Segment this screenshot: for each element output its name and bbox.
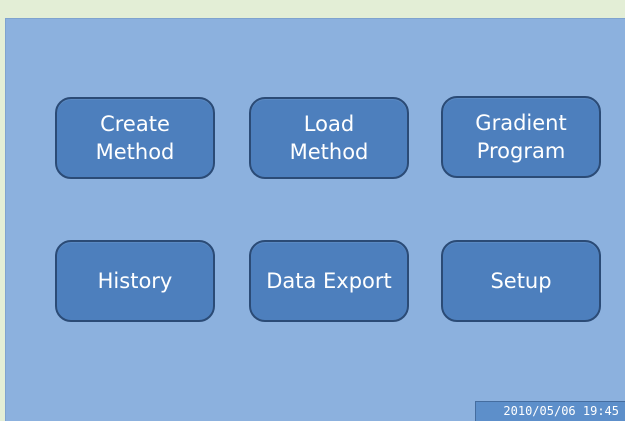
data-export-button[interactable]: Data Export: [249, 240, 409, 322]
history-button[interactable]: History: [55, 240, 215, 322]
gradient-program-button[interactable]: Gradient Program: [441, 96, 601, 178]
create-method-button[interactable]: Create Method: [55, 97, 215, 179]
app-frame: Create Method Load Method Gradient Progr…: [0, 0, 625, 421]
timestamp-display: 2010/05/06 19:45: [475, 401, 625, 421]
setup-button[interactable]: Setup: [441, 240, 601, 322]
main-screen: Create Method Load Method Gradient Progr…: [5, 18, 625, 421]
load-method-button[interactable]: Load Method: [249, 97, 409, 179]
